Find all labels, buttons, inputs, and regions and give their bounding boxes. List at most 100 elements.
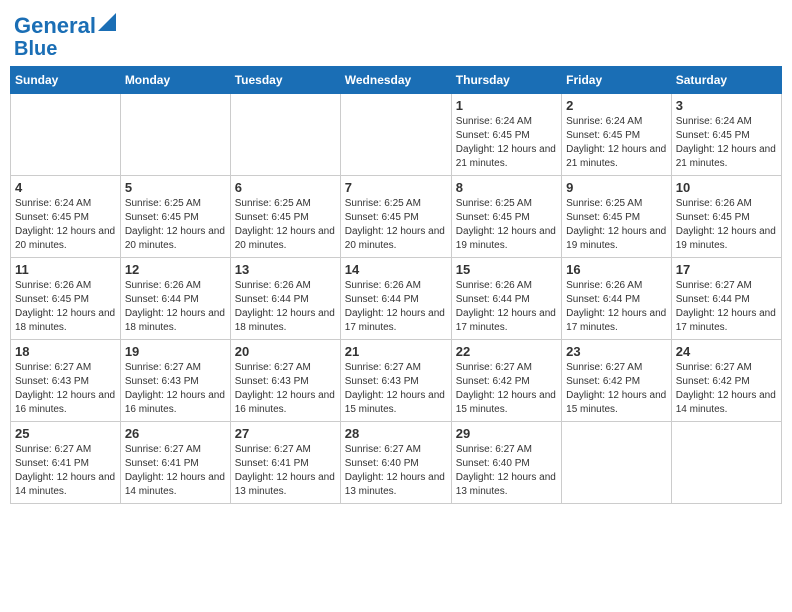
calendar-cell: 29 Sunrise: 6:27 AMSunset: 6:40 PMDaylig… [451,422,561,504]
day-info: Sunrise: 6:27 AMSunset: 6:43 PMDaylight:… [235,361,336,417]
day-info: Sunrise: 6:26 AMSunset: 6:44 PMDaylight:… [456,279,557,335]
logo-icon [98,13,116,31]
calendar-cell: 20 Sunrise: 6:27 AMSunset: 6:43 PMDaylig… [230,340,340,422]
calendar-cell: 15 Sunrise: 6:26 AMSunset: 6:44 PMDaylig… [451,258,561,340]
day-number: 17 [676,262,777,277]
calendar-cell: 16 Sunrise: 6:26 AMSunset: 6:44 PMDaylig… [562,258,672,340]
calendar-cell: 14 Sunrise: 6:26 AMSunset: 6:44 PMDaylig… [340,258,451,340]
calendar-cell: 13 Sunrise: 6:26 AMSunset: 6:44 PMDaylig… [230,258,340,340]
day-info: Sunrise: 6:27 AMSunset: 6:43 PMDaylight:… [345,361,447,417]
day-info: Sunrise: 6:27 AMSunset: 6:40 PMDaylight:… [345,443,447,499]
day-number: 12 [125,262,226,277]
calendar-cell: 4 Sunrise: 6:24 AMSunset: 6:45 PMDayligh… [11,176,121,258]
day-number: 26 [125,426,226,441]
calendar-cell: 10 Sunrise: 6:26 AMSunset: 6:45 PMDaylig… [671,176,781,258]
day-number: 5 [125,180,226,195]
day-of-week-header: Monday [120,67,230,94]
day-number: 13 [235,262,336,277]
calendar-cell [671,422,781,504]
day-number: 10 [676,180,777,195]
calendar-cell: 11 Sunrise: 6:26 AMSunset: 6:45 PMDaylig… [11,258,121,340]
day-info: Sunrise: 6:25 AMSunset: 6:45 PMDaylight:… [235,197,336,253]
calendar-cell: 3 Sunrise: 6:24 AMSunset: 6:45 PMDayligh… [671,94,781,176]
day-number: 23 [566,344,667,359]
day-number: 4 [15,180,116,195]
day-number: 21 [345,344,447,359]
day-number: 25 [15,426,116,441]
calendar-week-row: 4 Sunrise: 6:24 AMSunset: 6:45 PMDayligh… [11,176,782,258]
day-of-week-header: Wednesday [340,67,451,94]
day-of-week-header: Saturday [671,67,781,94]
calendar-cell: 21 Sunrise: 6:27 AMSunset: 6:43 PMDaylig… [340,340,451,422]
day-number: 11 [15,262,116,277]
calendar-week-row: 25 Sunrise: 6:27 AMSunset: 6:41 PMDaylig… [11,422,782,504]
day-info: Sunrise: 6:25 AMSunset: 6:45 PMDaylight:… [566,197,667,253]
calendar-cell: 17 Sunrise: 6:27 AMSunset: 6:44 PMDaylig… [671,258,781,340]
day-info: Sunrise: 6:25 AMSunset: 6:45 PMDaylight:… [125,197,226,253]
day-info: Sunrise: 6:24 AMSunset: 6:45 PMDaylight:… [456,115,557,171]
day-info: Sunrise: 6:26 AMSunset: 6:44 PMDaylight:… [345,279,447,335]
calendar-cell [562,422,672,504]
day-number: 3 [676,98,777,113]
day-info: Sunrise: 6:25 AMSunset: 6:45 PMDaylight:… [345,197,447,253]
calendar-cell: 5 Sunrise: 6:25 AMSunset: 6:45 PMDayligh… [120,176,230,258]
day-of-week-header: Friday [562,67,672,94]
day-number: 9 [566,180,667,195]
day-info: Sunrise: 6:27 AMSunset: 6:43 PMDaylight:… [125,361,226,417]
calendar-cell: 12 Sunrise: 6:26 AMSunset: 6:44 PMDaylig… [120,258,230,340]
logo-text: General [14,14,96,38]
calendar-cell: 28 Sunrise: 6:27 AMSunset: 6:40 PMDaylig… [340,422,451,504]
day-number: 18 [15,344,116,359]
calendar-cell: 8 Sunrise: 6:25 AMSunset: 6:45 PMDayligh… [451,176,561,258]
calendar-cell [230,94,340,176]
day-number: 28 [345,426,447,441]
calendar-cell [340,94,451,176]
calendar-cell: 24 Sunrise: 6:27 AMSunset: 6:42 PMDaylig… [671,340,781,422]
calendar-week-row: 1 Sunrise: 6:24 AMSunset: 6:45 PMDayligh… [11,94,782,176]
day-number: 15 [456,262,557,277]
day-info: Sunrise: 6:26 AMSunset: 6:44 PMDaylight:… [125,279,226,335]
day-number: 27 [235,426,336,441]
calendar-cell: 9 Sunrise: 6:25 AMSunset: 6:45 PMDayligh… [562,176,672,258]
day-info: Sunrise: 6:27 AMSunset: 6:42 PMDaylight:… [566,361,667,417]
day-info: Sunrise: 6:26 AMSunset: 6:44 PMDaylight:… [566,279,667,335]
day-info: Sunrise: 6:26 AMSunset: 6:44 PMDaylight:… [235,279,336,335]
calendar-cell: 18 Sunrise: 6:27 AMSunset: 6:43 PMDaylig… [11,340,121,422]
day-number: 22 [456,344,557,359]
day-number: 29 [456,426,557,441]
day-number: 1 [456,98,557,113]
calendar-cell [11,94,121,176]
day-number: 24 [676,344,777,359]
calendar-cell: 7 Sunrise: 6:25 AMSunset: 6:45 PMDayligh… [340,176,451,258]
calendar-cell: 19 Sunrise: 6:27 AMSunset: 6:43 PMDaylig… [120,340,230,422]
day-number: 20 [235,344,336,359]
day-info: Sunrise: 6:27 AMSunset: 6:43 PMDaylight:… [15,361,116,417]
day-number: 8 [456,180,557,195]
calendar: SundayMondayTuesdayWednesdayThursdayFrid… [10,66,782,504]
day-info: Sunrise: 6:26 AMSunset: 6:45 PMDaylight:… [676,197,777,253]
calendar-cell: 22 Sunrise: 6:27 AMSunset: 6:42 PMDaylig… [451,340,561,422]
day-number: 19 [125,344,226,359]
calendar-cell: 2 Sunrise: 6:24 AMSunset: 6:45 PMDayligh… [562,94,672,176]
day-info: Sunrise: 6:24 AMSunset: 6:45 PMDaylight:… [676,115,777,171]
day-of-week-header: Tuesday [230,67,340,94]
calendar-week-row: 11 Sunrise: 6:26 AMSunset: 6:45 PMDaylig… [11,258,782,340]
day-info: Sunrise: 6:27 AMSunset: 6:41 PMDaylight:… [125,443,226,499]
header: General Blue [10,10,782,60]
day-number: 6 [235,180,336,195]
calendar-cell: 1 Sunrise: 6:24 AMSunset: 6:45 PMDayligh… [451,94,561,176]
day-info: Sunrise: 6:27 AMSunset: 6:42 PMDaylight:… [676,361,777,417]
day-info: Sunrise: 6:27 AMSunset: 6:41 PMDaylight:… [15,443,116,499]
day-number: 7 [345,180,447,195]
calendar-cell: 23 Sunrise: 6:27 AMSunset: 6:42 PMDaylig… [562,340,672,422]
calendar-cell: 26 Sunrise: 6:27 AMSunset: 6:41 PMDaylig… [120,422,230,504]
calendar-cell [120,94,230,176]
day-number: 2 [566,98,667,113]
day-info: Sunrise: 6:26 AMSunset: 6:45 PMDaylight:… [15,279,116,335]
day-of-week-header: Thursday [451,67,561,94]
calendar-cell: 27 Sunrise: 6:27 AMSunset: 6:41 PMDaylig… [230,422,340,504]
day-info: Sunrise: 6:24 AMSunset: 6:45 PMDaylight:… [566,115,667,171]
day-info: Sunrise: 6:27 AMSunset: 6:44 PMDaylight:… [676,279,777,335]
logo-blue: Blue [14,38,116,60]
calendar-header-row: SundayMondayTuesdayWednesdayThursdayFrid… [11,67,782,94]
